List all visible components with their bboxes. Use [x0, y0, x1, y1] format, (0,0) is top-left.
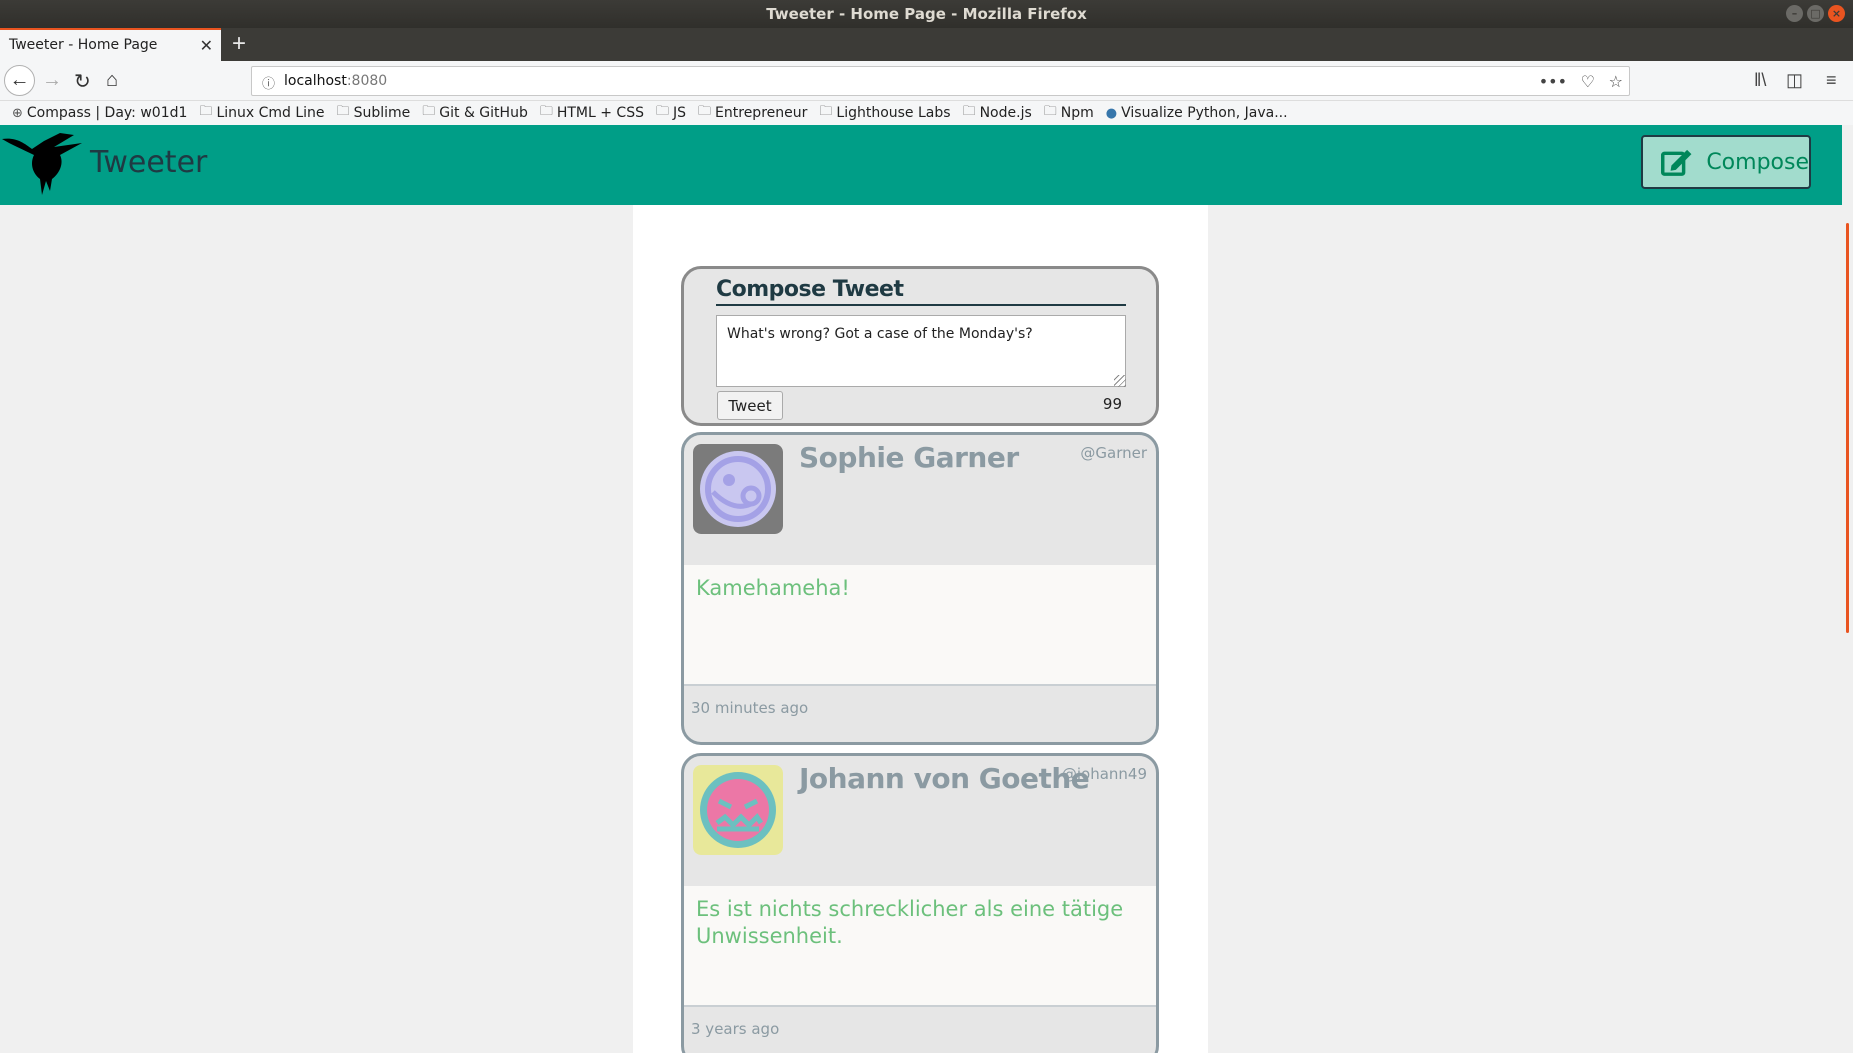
- tweet-author-name: Sophie Garner: [799, 441, 1019, 474]
- scrollbar-thumb[interactable]: [1846, 223, 1849, 633]
- forward-icon[interactable]: →: [42, 69, 62, 92]
- bookmark-label: Linux Cmd Line: [216, 105, 325, 121]
- character-counter: 99: [1102, 395, 1122, 413]
- bookmark-compass[interactable]: ⊕ Compass | Day: w01d1: [12, 105, 187, 121]
- edit-icon: [1661, 149, 1692, 176]
- bookmark-label: JS: [673, 105, 687, 121]
- tweet-timestamp: 30 minutes ago: [691, 699, 809, 717]
- browser-tab[interactable]: Tweeter - Home Page ✕: [0, 28, 221, 61]
- folder-icon: 🗀: [336, 104, 350, 119]
- close-tab-icon[interactable]: ✕: [200, 36, 213, 55]
- bookmark-folder-js[interactable]: 🗀 JS: [656, 102, 686, 124]
- maximize-icon[interactable]: □: [1807, 5, 1824, 22]
- compose-label: Compose: [1706, 149, 1809, 175]
- new-tab-icon[interactable]: +: [232, 30, 246, 58]
- tweet-author-handle: @johann49: [1061, 765, 1147, 783]
- bookmark-visualize-python[interactable]: ● Visualize Python, Java...: [1106, 105, 1288, 121]
- url-bar[interactable]: ⓘ localhost:8080 ••• ♡ ☆: [251, 66, 1630, 96]
- tweet-content: Es ist nichts schrecklicher als eine tät…: [684, 886, 1156, 1007]
- window-title: Tweeter - Home Page - Mozilla Firefox: [766, 5, 1087, 23]
- compass-icon: ⊕: [12, 105, 23, 121]
- folder-icon: 🗀: [539, 104, 553, 119]
- hummingbird-logo-icon: [2, 133, 82, 195]
- minimize-icon[interactable]: –: [1786, 5, 1803, 22]
- site-title: Tweeter: [90, 145, 208, 180]
- bookmark-label: Lighthouse Labs: [836, 105, 951, 121]
- tweet-header: Johann von Goethe @johann49: [684, 756, 1156, 886]
- page-scrollbar[interactable]: [1842, 205, 1853, 1053]
- bookmark-folder-npm[interactable]: 🗀 Npm: [1044, 102, 1094, 124]
- tab-strip: Tweeter - Home Page ✕ +: [0, 28, 1853, 61]
- tweet-content: Kamehameha!: [684, 565, 1156, 686]
- bookmark-folder-sublime[interactable]: 🗀 Sublime: [337, 102, 411, 124]
- bookmark-folder-html[interactable]: 🗀 HTML + CSS: [540, 102, 644, 124]
- bookmark-label: Npm: [1060, 105, 1094, 121]
- page-actions-icon[interactable]: •••: [1539, 72, 1567, 91]
- bookmark-label: Compass | Day: w01d1: [26, 105, 188, 121]
- folder-icon: 🗀: [655, 104, 669, 119]
- avatar: [693, 765, 783, 855]
- compose-button[interactable]: Compose: [1641, 135, 1811, 189]
- bookmark-label: Git & GitHub: [439, 105, 528, 121]
- home-icon[interactable]: ⌂: [106, 69, 118, 92]
- back-icon[interactable]: ←: [4, 65, 35, 96]
- window-titlebar: Tweeter - Home Page - Mozilla Firefox – …: [0, 0, 1853, 28]
- compose-heading: Compose Tweet: [716, 277, 1126, 306]
- window-controls: – □ ×: [1786, 5, 1845, 22]
- bookmark-label: Sublime: [353, 105, 411, 121]
- bookmark-folder-lighthouse[interactable]: 🗀 Lighthouse Labs: [819, 102, 950, 124]
- navigation-bar: ← → ↻ ⌂ ⓘ localhost:8080 ••• ♡ ☆ ‖\ ◫ ≡: [0, 61, 1853, 101]
- bookmark-folder-git[interactable]: 🗀 Git & GitHub: [422, 102, 528, 124]
- url-port: :8080: [346, 73, 388, 89]
- pocket-icon[interactable]: ♡: [1581, 72, 1595, 91]
- tweet-card: Sophie Garner @Garner Kamehameha! 30 min…: [681, 432, 1159, 745]
- bookmark-folder-linux[interactable]: 🗀 Linux Cmd Line: [199, 102, 324, 124]
- main-container: Compose Tweet What's wrong? Got a case o…: [633, 205, 1208, 1053]
- bookmark-label: Entrepreneur: [715, 105, 808, 121]
- url-host: localhost: [284, 73, 347, 89]
- resize-grip-icon[interactable]: [1114, 375, 1126, 387]
- tweet-header: Sophie Garner @Garner: [684, 435, 1156, 565]
- tweet-textarea[interactable]: What's wrong? Got a case of the Monday's…: [716, 315, 1126, 387]
- folder-icon: 🗀: [698, 104, 712, 119]
- new-tweet-section: Compose Tweet What's wrong? Got a case o…: [681, 266, 1159, 426]
- folder-icon: 🗀: [962, 104, 976, 119]
- site-nav: Tweeter Compose: [0, 125, 1842, 205]
- bookmark-folder-node[interactable]: 🗀 Node.js: [963, 102, 1032, 124]
- tweet-author-name: Johann von Goethe: [799, 762, 1090, 795]
- tweet-author-handle: @Garner: [1080, 444, 1147, 462]
- tweet-timestamp: 3 years ago: [691, 1020, 780, 1038]
- reload-icon[interactable]: ↻: [74, 69, 91, 94]
- bookmark-label: HTML + CSS: [556, 105, 644, 121]
- bookmark-label: Visualize Python, Java...: [1121, 105, 1288, 121]
- folder-icon: 🗀: [422, 104, 436, 119]
- folder-icon: 🗀: [819, 104, 833, 119]
- bookmark-star-icon[interactable]: ☆: [1609, 72, 1623, 91]
- bookmark-folder-entrepreneur[interactable]: 🗀 Entrepreneur: [698, 102, 807, 124]
- sidebar-icon[interactable]: ◫: [1786, 70, 1803, 91]
- menu-icon[interactable]: ≡: [1826, 70, 1837, 91]
- bookmarks-toolbar: ⊕ Compass | Day: w01d1 🗀 Linux Cmd Line …: [0, 101, 1853, 125]
- close-window-icon[interactable]: ×: [1828, 5, 1845, 22]
- folder-icon: 🗀: [1043, 104, 1057, 119]
- folder-icon: 🗀: [199, 104, 213, 119]
- python-icon: ●: [1105, 105, 1118, 121]
- tab-title: Tweeter - Home Page: [9, 37, 158, 53]
- avatar: [693, 444, 783, 534]
- library-icon[interactable]: ‖\: [1754, 70, 1766, 91]
- tweet-submit-button[interactable]: Tweet: [717, 391, 783, 420]
- site-info-icon[interactable]: ⓘ: [262, 73, 275, 92]
- tweet-card: Johann von Goethe @johann49 Es ist nicht…: [681, 753, 1159, 1053]
- bookmark-label: Node.js: [979, 105, 1032, 121]
